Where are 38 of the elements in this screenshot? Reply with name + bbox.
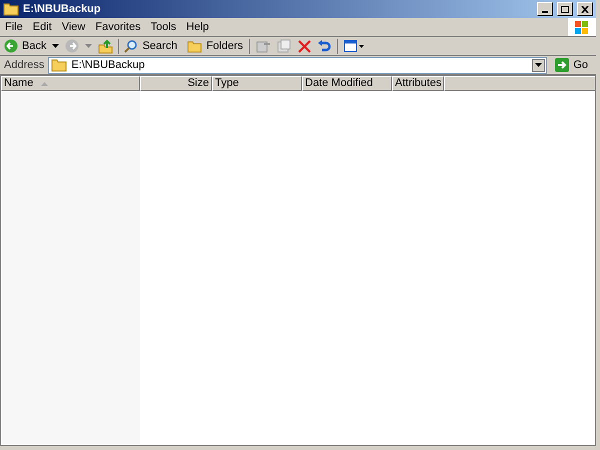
- close-icon: [581, 6, 589, 12]
- forward-icon[interactable]: [65, 39, 80, 53]
- menu-item[interactable]: View: [56, 18, 90, 36]
- menu-item[interactable]: Edit: [28, 18, 57, 36]
- dropdown-icon[interactable]: [52, 44, 60, 48]
- menu-item[interactable]: File: [0, 18, 28, 36]
- window-title: E:\NBUBackup: [23, 2, 101, 17]
- maximize-button[interactable]: [557, 2, 573, 16]
- column-header[interactable]: Size: [140, 76, 212, 91]
- address-label: Address: [4, 58, 44, 73]
- search-button[interactable]: Search: [124, 38, 178, 54]
- folder-icon: [3, 2, 19, 16]
- undo-icon[interactable]: [317, 39, 332, 53]
- back-button[interactable]: Back: [4, 38, 46, 54]
- folder-icon: [51, 58, 68, 72]
- column-header[interactable]: Date Modified: [302, 76, 392, 91]
- folders-button[interactable]: Folders: [187, 38, 244, 54]
- up-folder-icon[interactable]: [98, 38, 114, 54]
- search-icon: [124, 39, 138, 53]
- windows-logo-icon: [568, 18, 596, 36]
- minimize-button[interactable]: [537, 2, 553, 16]
- menu-item[interactable]: Favorites: [90, 18, 146, 36]
- close-button[interactable]: [577, 2, 593, 16]
- menu-item[interactable]: Help: [181, 18, 214, 36]
- folder-icon: [187, 40, 202, 52]
- sort-arrow-icon: [41, 82, 48, 86]
- go-button[interactable]: Go: [551, 56, 592, 74]
- menu-item[interactable]: Tools: [146, 18, 182, 36]
- dropdown-icon: [535, 63, 542, 67]
- column-header[interactable]: Type: [212, 76, 302, 91]
- column-header[interactable]: Attributes: [392, 76, 444, 91]
- column-header[interactable]: Name: [1, 76, 140, 91]
- dropdown-button[interactable]: [532, 58, 546, 72]
- views-icon[interactable]: [344, 40, 364, 52]
- address-field[interactable]: E:\NBUBackup: [48, 56, 548, 74]
- go-arrow-icon: [555, 58, 570, 72]
- delete-icon[interactable]: [298, 40, 312, 52]
- maximize-icon: [561, 6, 569, 12]
